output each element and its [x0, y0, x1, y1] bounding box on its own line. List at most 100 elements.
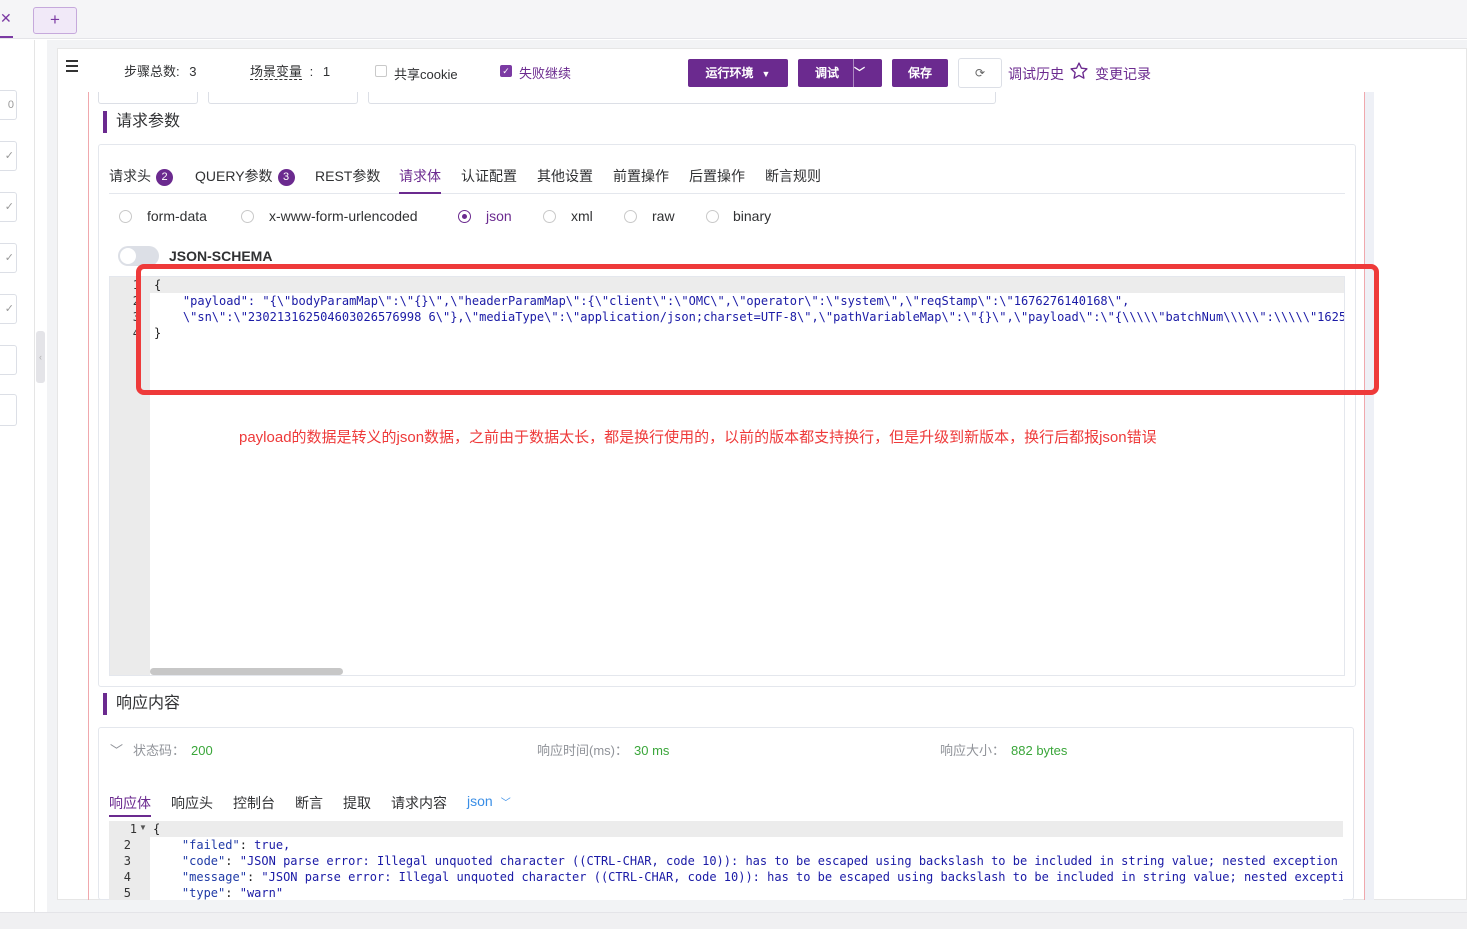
scene-variables[interactable]: 场景变量 : 1	[250, 61, 330, 80]
radio-urlencoded[interactable]	[241, 210, 254, 223]
refresh-icon: ⟳	[974, 66, 986, 80]
collapse-handle[interactable]: ‹	[36, 331, 45, 383]
tab-request-body[interactable]: 请求体	[399, 166, 441, 186]
tab-badge: 3	[277, 169, 295, 186]
left-panel-field[interactable]: ✓	[0, 294, 17, 324]
json-key: "code"	[181, 854, 226, 868]
radio-binary-label[interactable]: binary	[733, 208, 771, 224]
tab-other-settings[interactable]: 其他设置	[537, 166, 593, 186]
line-number: 1	[129, 822, 137, 836]
json-value: true,	[254, 838, 291, 852]
input-fragment[interactable]	[368, 92, 996, 104]
star-icon[interactable]	[1069, 61, 1089, 81]
json-schema-toggle[interactable]	[118, 246, 159, 266]
json-key: "failed"	[181, 838, 240, 852]
left-panel-textarea[interactable]	[0, 394, 17, 426]
tabs-divider	[109, 193, 1345, 194]
input-fragment[interactable]	[98, 92, 198, 104]
tab-post-actions[interactable]: 后置操作	[689, 166, 745, 186]
json-value: "JSON parse error: Illegal unquoted char…	[261, 870, 1343, 884]
scene-variables-sep: :	[309, 64, 314, 79]
refresh-button[interactable]: ⟳	[958, 58, 1002, 88]
chevron-down-icon[interactable]: ﹀	[853, 59, 882, 87]
radio-form-data[interactable]	[119, 210, 132, 223]
left-panel-field[interactable]	[0, 345, 17, 375]
input-fragment[interactable]	[208, 92, 358, 104]
save-button[interactable]: 保存	[892, 59, 948, 87]
radio-xml[interactable]	[543, 210, 556, 223]
left-panel-field[interactable]: ✓	[0, 243, 17, 273]
fold-icon[interactable]: ▼	[139, 823, 147, 832]
left-panel-field[interactable]: 0	[0, 90, 17, 120]
line-number: 2	[123, 838, 131, 852]
debug-button[interactable]: 调试 ﹀	[798, 59, 882, 87]
json-value: "warn"	[239, 886, 284, 900]
tab-console[interactable]: 控制台	[233, 793, 275, 813]
left-panel: 0 ✓ ✓ ✓ ✓	[0, 40, 35, 929]
radio-raw-label[interactable]: raw	[652, 208, 675, 224]
close-tab-icon[interactable]: ✕	[0, 10, 12, 27]
annotation-highlight-box	[136, 264, 1379, 395]
json-key: "type"	[181, 886, 226, 900]
json-key: "message"	[181, 870, 247, 884]
run-env-button[interactable]: 运行环境 ▼	[688, 59, 788, 87]
caret-down-icon: ▼	[761, 69, 771, 79]
left-panel-field[interactable]: ✓	[0, 141, 17, 171]
tab-response-body[interactable]: 响应体	[109, 793, 151, 813]
tab-query-params[interactable]: QUERY参数 3	[195, 166, 295, 186]
radio-binary[interactable]	[706, 210, 719, 223]
radio-urlencoded-label[interactable]: x-www-form-urlencoded	[269, 208, 418, 224]
collapse-chevron-icon[interactable]: ﹀	[110, 743, 123, 758]
add-tab-button[interactable]: +	[33, 7, 77, 34]
active-tab-indicator	[0, 36, 13, 38]
step-total: 步骤总数: 3	[124, 61, 196, 80]
debug-label: 调试	[815, 66, 840, 80]
response-size-value: 882 bytes	[1011, 743, 1068, 758]
json-value: "JSON parse error: Illegal unquoted char…	[239, 854, 1338, 868]
scene-variables-link[interactable]: 场景变量	[250, 64, 303, 80]
top-tab-strip: ✕ +	[0, 0, 1467, 39]
status-code: ﹀ 状态码： 200	[110, 740, 213, 759]
response-title: 响应内容	[103, 693, 180, 715]
code-line: "type": "warn"	[181, 886, 284, 900]
tab-pre-actions[interactable]: 前置操作	[613, 166, 669, 186]
status-code-label: 状态码：	[133, 743, 186, 758]
share-cookie-label: 共享cookie	[394, 67, 458, 82]
response-format-value: json	[467, 793, 493, 809]
radio-json[interactable]	[458, 210, 471, 223]
radio-form-data-label[interactable]: form-data	[147, 208, 207, 224]
response-body-editor[interactable]: 1 2 3 4 5 ▼ { "failed": true, "code": "J…	[109, 821, 1343, 900]
tab-label: 请求头	[109, 168, 151, 184]
tab-request-content[interactable]: 请求内容	[391, 793, 447, 813]
change-log-link[interactable]: 变更记录	[1095, 64, 1151, 84]
tab-extract[interactable]: 提取	[343, 793, 371, 813]
annotation-text: payload的数据是转义的json数据，之前由于数据太长，都是换行使用的，以前…	[239, 429, 1157, 446]
step-total-value: 3	[189, 64, 197, 79]
tab-request-header[interactable]: 请求头 2	[109, 166, 173, 186]
response-time-value: 30 ms	[634, 743, 670, 758]
line-number: 5	[123, 886, 131, 900]
chevron-down-icon: ﹀	[500, 798, 511, 809]
fail-continue-checkbox[interactable]: ✓	[500, 65, 512, 77]
tab-auth-config[interactable]: 认证配置	[461, 166, 517, 186]
share-cookie-checkbox[interactable]	[375, 65, 387, 77]
radio-json-label[interactable]: json	[486, 208, 512, 224]
left-panel-field[interactable]: ✓	[0, 192, 17, 222]
radio-raw[interactable]	[624, 210, 637, 223]
scene-variables-count: 1	[322, 64, 331, 79]
horizontal-scrollbar[interactable]	[150, 668, 343, 675]
code-line: "message": "JSON parse error: Illegal un…	[153, 869, 1343, 885]
response-size: 响应大小： 882 bytes	[940, 740, 1067, 759]
json-schema-label: JSON-SCHEMA	[169, 248, 273, 264]
menu-icon[interactable]	[66, 60, 78, 76]
tab-badge: 2	[156, 169, 173, 186]
code-line: {	[153, 822, 161, 836]
tab-assertions[interactable]: 断言	[295, 793, 323, 813]
tab-rest-params[interactable]: REST参数	[315, 166, 380, 186]
radio-xml-label[interactable]: xml	[571, 208, 593, 224]
tab-response-header[interactable]: 响应头	[171, 793, 213, 813]
tab-assert-rules[interactable]: 断言规则	[765, 166, 821, 186]
response-format-select[interactable]: json ﹀	[467, 793, 511, 809]
active-tab-indicator	[399, 192, 441, 194]
debug-history-link[interactable]: 调试历史	[1008, 64, 1064, 84]
